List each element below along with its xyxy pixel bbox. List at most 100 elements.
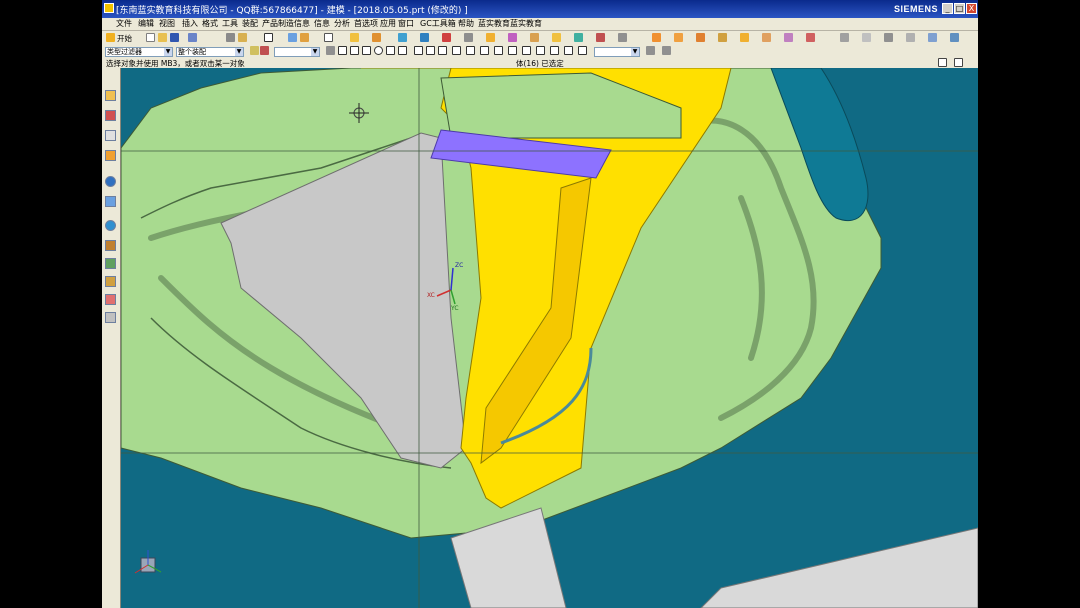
menu-window[interactable]: 窗口 — [398, 18, 414, 29]
type-filter-dropdown[interactable]: 类型过滤器 ▼ — [105, 47, 173, 57]
line-icon[interactable] — [840, 33, 849, 42]
mold-tool-2-icon[interactable] — [674, 33, 683, 42]
mold-tool-1-icon[interactable] — [652, 33, 661, 42]
close-button[interactable]: X — [966, 3, 977, 14]
roles-icon[interactable] — [105, 294, 116, 305]
snap-existing-icon[interactable] — [452, 46, 461, 55]
menu-gc-toolkit[interactable]: GC工具箱 — [420, 18, 456, 29]
menu-format[interactable]: 格式 — [202, 18, 218, 29]
select-all-icon[interactable] — [326, 46, 335, 55]
draft-icon[interactable] — [552, 33, 561, 42]
quick-pick-icon[interactable] — [662, 46, 671, 55]
datum-plane-icon[interactable] — [324, 33, 333, 42]
menu-lanshi-1[interactable]: 蓝实教育 — [478, 18, 510, 29]
cut-icon[interactable] — [226, 33, 235, 42]
chamfer-icon[interactable] — [372, 33, 381, 42]
graphics-window[interactable]: XC YC ZC — [121, 68, 978, 608]
snap-options-dropdown[interactable]: ▼ — [594, 47, 640, 57]
cue-toggle-icon[interactable] — [954, 58, 963, 67]
pattern-icon[interactable] — [508, 33, 517, 42]
snap-bounded-icon[interactable] — [438, 46, 447, 55]
snap-endpoint-icon[interactable] — [338, 46, 347, 55]
new-icon[interactable] — [146, 33, 155, 42]
menu-file[interactable]: 文件 — [116, 18, 132, 29]
copy-icon[interactable] — [238, 33, 247, 42]
menu-information[interactable]: 信息 — [314, 18, 330, 29]
selection-scope-dropdown[interactable]: 整个装配 ▼ — [176, 47, 244, 57]
measure-icon[interactable] — [618, 33, 627, 42]
spline-icon[interactable] — [884, 33, 893, 42]
system-scenes-icon[interactable] — [105, 312, 116, 323]
menu-assembly[interactable]: 装配 — [242, 18, 258, 29]
filter-settings-icon[interactable] — [250, 46, 259, 55]
snap-vertex-icon[interactable] — [536, 46, 545, 55]
snap-control-icon[interactable] — [362, 46, 371, 55]
subtract-icon[interactable] — [420, 33, 429, 42]
menu-analysis[interactable]: 分析 — [334, 18, 350, 29]
menu-lanshi-2[interactable]: 蓝实教育 — [510, 18, 542, 29]
mold-tool-6-icon[interactable] — [762, 33, 771, 42]
mirror-icon[interactable] — [530, 33, 539, 42]
mold-tool-7-icon[interactable] — [784, 33, 793, 42]
start-menu-button[interactable]: 开始 — [117, 33, 132, 44]
offset-face-icon[interactable] — [486, 33, 495, 42]
snap-quadrant-icon[interactable] — [398, 46, 407, 55]
menu-insert[interactable]: 插入 — [182, 18, 198, 29]
undo-icon[interactable] — [188, 33, 197, 42]
menu-edit[interactable]: 编辑 — [138, 18, 154, 29]
menu-pmi[interactable]: 产品制造信息 — [262, 18, 310, 29]
snap-misc-icon[interactable] — [578, 46, 587, 55]
revolve-icon[interactable] — [300, 33, 309, 42]
web-browser-icon[interactable] — [105, 176, 116, 187]
shell-icon[interactable] — [574, 33, 583, 42]
trim-body-icon[interactable] — [442, 33, 451, 42]
snap-point-on-face-icon[interactable] — [426, 46, 435, 55]
system-materials-icon[interactable] — [105, 240, 116, 251]
snap-grid-icon[interactable] — [522, 46, 531, 55]
sew-icon[interactable] — [950, 33, 959, 42]
feature-rule-dropdown[interactable]: ▼ — [274, 47, 320, 57]
clock-icon[interactable] — [105, 220, 116, 231]
menu-tools[interactable]: 工具 — [222, 18, 238, 29]
snap-edge-icon[interactable] — [564, 46, 573, 55]
reset-filter-icon[interactable] — [260, 46, 269, 55]
edge-blend-icon[interactable] — [350, 33, 359, 42]
mold-tool-8-icon[interactable] — [806, 33, 815, 42]
menu-preferences[interactable]: 首选项 — [354, 18, 378, 29]
part-navigator-icon[interactable] — [105, 130, 116, 141]
assembly-navigator-icon[interactable] — [105, 90, 116, 101]
snap-intersection-icon[interactable] — [386, 46, 395, 55]
manufacturing-wizards-icon[interactable] — [105, 276, 116, 287]
curve-icon[interactable] — [906, 33, 915, 42]
model-view[interactable]: XC YC ZC — [121, 68, 978, 608]
reuse-library-icon[interactable] — [105, 150, 116, 161]
maximize-button[interactable]: □ — [954, 3, 965, 14]
unite-icon[interactable] — [398, 33, 407, 42]
open-icon[interactable] — [158, 33, 167, 42]
mold-tool-5-icon[interactable] — [740, 33, 749, 42]
point-icon[interactable] — [596, 33, 605, 42]
snap-angle-icon[interactable] — [508, 46, 517, 55]
extrude-icon[interactable] — [288, 33, 297, 42]
snap-arc-icon[interactable] — [480, 46, 489, 55]
mold-tool-4-icon[interactable] — [718, 33, 727, 42]
snap-point-on-curve-icon[interactable] — [414, 46, 423, 55]
arc-icon[interactable] — [862, 33, 871, 42]
move-face-icon[interactable] — [464, 33, 473, 42]
snap-midpoint-icon[interactable] — [350, 46, 359, 55]
history-icon[interactable] — [105, 196, 116, 207]
view-options-icon[interactable] — [646, 46, 655, 55]
menu-application[interactable]: 应用 — [380, 18, 396, 29]
save-icon[interactable] — [170, 33, 179, 42]
constraint-navigator-icon[interactable] — [105, 110, 116, 121]
menu-view[interactable]: 视图 — [159, 18, 175, 29]
cue-restore-icon[interactable] — [938, 58, 947, 67]
menu-help[interactable]: 帮助 — [458, 18, 474, 29]
snap-tangent-icon[interactable] — [494, 46, 503, 55]
sketch-icon[interactable] — [264, 33, 273, 42]
process-studio-icon[interactable] — [105, 258, 116, 269]
mold-tool-3-icon[interactable] — [696, 33, 705, 42]
minimize-button[interactable]: _ — [942, 3, 953, 14]
snap-face-icon[interactable] — [550, 46, 559, 55]
surface-icon[interactable] — [928, 33, 937, 42]
